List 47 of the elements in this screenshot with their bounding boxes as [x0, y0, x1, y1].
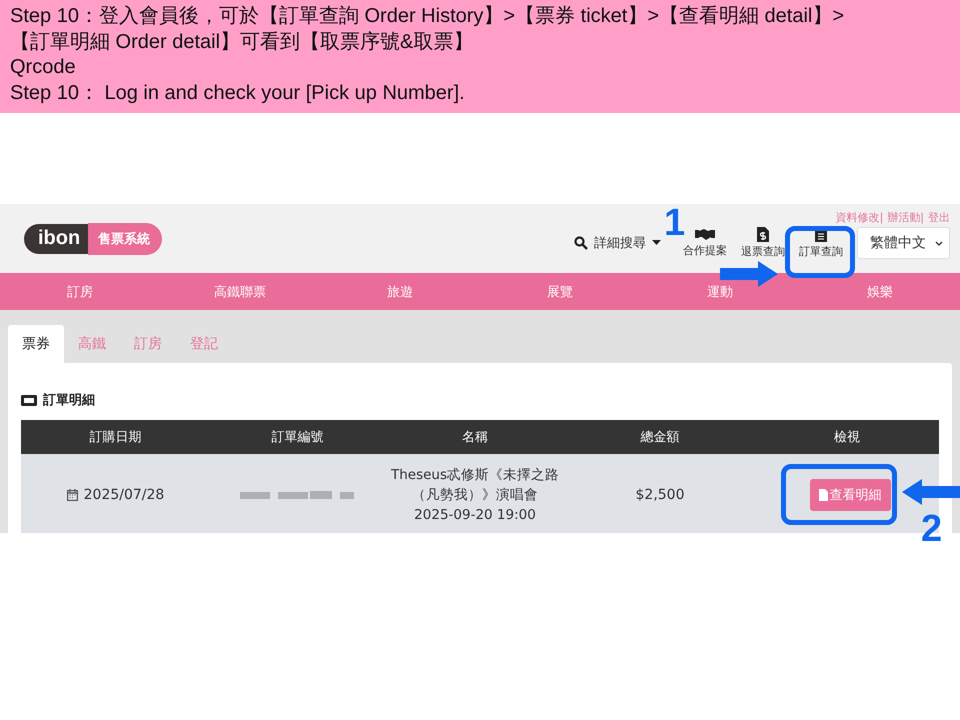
- tab[interactable]: 高鐵: [64, 325, 120, 363]
- caption-text: Step 10：登入會員後，可於【訂單查詢 Order History】>【票券 ticket】>【查看明細 detail】>: [10, 4, 844, 29]
- logo-brand[interactable]: ibon: [24, 224, 88, 254]
- nav-item[interactable]: 旅遊: [320, 282, 480, 300]
- highlight-frame: [785, 226, 855, 278]
- nav-item[interactable]: 展覽: [480, 282, 640, 300]
- nav-item[interactable]: 高鐵聯票: [160, 282, 320, 300]
- toolbar-button[interactable]: 退票查詢: [739, 227, 787, 259]
- top-link[interactable]: 辦活動|: [887, 210, 924, 225]
- date-text: 2025/07/28: [84, 487, 164, 503]
- top-link[interactable]: 資料修改|: [836, 210, 884, 225]
- search-icon: [574, 236, 588, 250]
- nav-item[interactable]: 運動: [640, 282, 800, 300]
- chevron-icon: [935, 240, 943, 246]
- tab[interactable]: 訂房: [120, 325, 176, 363]
- handshake-icon: [695, 228, 715, 241]
- column-header: 總金額: [640, 429, 680, 446]
- document-dollar-icon: [757, 227, 769, 242]
- toolbar-button[interactable]: 訂單查詢: [797, 227, 845, 259]
- search-dropdown[interactable]: 詳細搜尋: [574, 234, 661, 252]
- caret-icon: [652, 240, 661, 246]
- nav-item[interactable]: 娛樂: [800, 282, 960, 300]
- arrow-icon: [902, 479, 960, 505]
- calendar-icon: [66, 489, 78, 501]
- caption-text: 【訂單明細 Order detail】可看到【取票序號&取票】: [10, 30, 474, 54]
- view-detail-button[interactable]: 查看明細: [810, 479, 890, 511]
- document-icon: [818, 489, 828, 501]
- step-number: 1: [664, 204, 686, 242]
- tab[interactable]: 票券: [8, 325, 64, 363]
- tab[interactable]: 登記: [176, 325, 232, 363]
- total-amount: $2,500: [636, 487, 684, 503]
- event-name: Theseus忒修斯《未擇之路（凡勢我）》演唱會: [390, 466, 560, 505]
- caption-text: Qrcode: [10, 55, 76, 80]
- column-header: 訂單編號: [270, 429, 324, 446]
- ticket-icon: [21, 394, 37, 406]
- step-number: 2: [921, 510, 942, 548]
- arrow-icon: [720, 261, 778, 287]
- caption-text: Step 10： Log in and check your [Pick up Number].: [10, 80, 465, 106]
- card-title: 訂單明細: [43, 392, 95, 409]
- top-link[interactable]: 登出: [928, 210, 950, 225]
- logo-label[interactable]: 售票系統: [88, 222, 162, 254]
- event-time: 2025-09-20 19:00: [414, 506, 536, 525]
- language-select[interactable]: 繁體中文: [857, 227, 950, 259]
- column-header: 訂購日期: [88, 429, 142, 446]
- nav-item[interactable]: 訂房: [0, 282, 160, 300]
- column-header: 名稱: [461, 429, 489, 446]
- column-header: 檢視: [833, 429, 861, 446]
